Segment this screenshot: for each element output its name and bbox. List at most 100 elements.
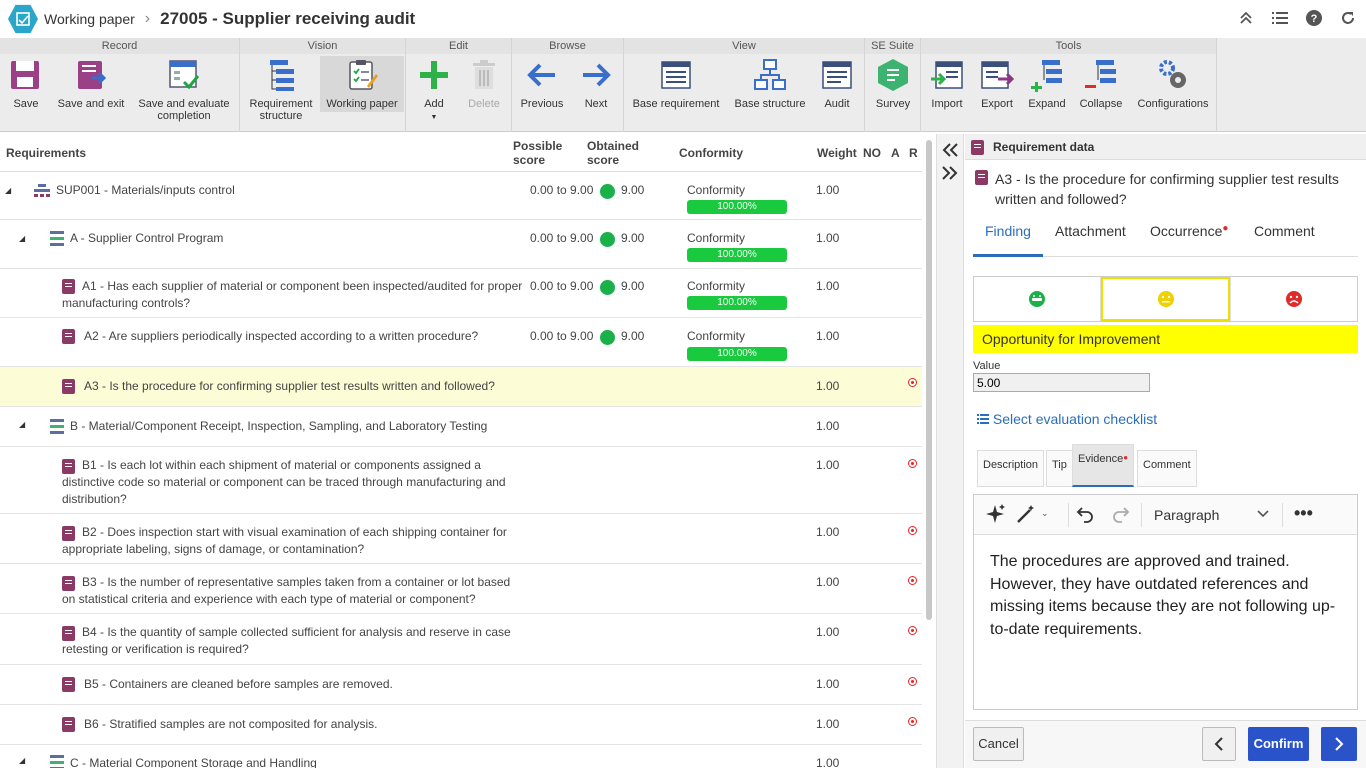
refresh-icon[interactable] [1338,8,1358,28]
chevron-left-icon [1214,737,1223,751]
obtained-score: 9.00 [621,279,645,293]
col-possible-score[interactable]: Possible score [513,139,562,167]
cancel-button[interactable]: Cancel [973,727,1024,761]
subtab-tip[interactable]: Tip [1046,450,1073,487]
next-record-button[interactable] [1321,727,1357,761]
import-icon [931,61,963,89]
group-icon [50,231,64,246]
list-icon[interactable] [1270,8,1290,28]
magic-wand-icon[interactable] [1016,504,1036,524]
collapse-triangle-icon[interactable]: ◢ [19,756,25,765]
collapse-button[interactable]: Collapse [1077,58,1125,110]
paragraph-format-dropdown[interactable]: Paragraph [1154,507,1219,523]
save-button[interactable]: Save [8,58,44,110]
collapse-triangle-icon[interactable]: ◢ [19,234,25,243]
collapse-up-icon[interactable] [1236,8,1256,28]
delete-button[interactable]: Delete [464,58,504,110]
collapse-left-icon[interactable] [942,143,958,157]
col-obtained-score[interactable]: Obtained score [587,139,639,167]
collapse-triangle-icon[interactable]: ◢ [5,186,11,195]
add-button[interactable]: Add ▼ [416,58,452,124]
col-weight[interactable]: Weight [817,146,857,160]
save-and-evaluate-button[interactable]: Save and evaluate completion [136,58,232,122]
table-row[interactable]: B3 - Is the number of representative sam… [0,564,922,614]
obtained-score: 9.00 [621,183,645,197]
ribbon-group-suite: SE Suite Survey [865,38,921,132]
smile-icon [600,330,615,345]
base-structure-button[interactable]: Base structure [732,58,808,110]
requirement-structure-button[interactable]: Requirement structure [248,58,314,122]
table-row[interactable]: ◢ SUP001 - Materials/inputs control 0.00… [0,173,922,220]
app-logo-icon[interactable] [8,4,38,34]
expand-button[interactable]: Expand [1027,58,1067,110]
requirement-text: B3 - Is the number of representative sam… [62,575,511,606]
table-row[interactable]: B2 - Does inspection start with visual e… [0,514,922,564]
redo-icon[interactable] [1112,505,1130,523]
finding-nonconform-option[interactable] [1230,277,1357,321]
subtab-description[interactable]: Description [977,450,1045,487]
chevron-down-icon[interactable]: ⌄ [1041,508,1049,519]
table-row[interactable]: B1 - Is each lot within each shipment of… [0,447,922,514]
expand-right-icon[interactable] [942,166,958,180]
ribbon-group-browse: Browse Previous Next [512,38,624,132]
table-row[interactable]: ◢ A - Supplier Control Program 0.00 to 9… [0,221,922,269]
finding-conform-option[interactable] [974,277,1101,321]
subtab-evidence[interactable]: Evidence● [1072,444,1135,487]
tab-attachment[interactable]: Attachment [1055,223,1126,239]
col-no[interactable]: NO [863,146,881,160]
help-icon[interactable]: ? [1304,8,1324,28]
previous-record-button[interactable] [1202,727,1236,761]
col-requirements[interactable]: Requirements [6,146,86,160]
undo-icon[interactable] [1076,505,1094,523]
tab-finding[interactable]: Finding [985,223,1031,239]
audit-button[interactable]: Audit [818,58,856,110]
table-row[interactable]: B4 - Is the quantity of sample collected… [0,614,922,665]
table-row[interactable]: A1 - Has each supplier of material or co… [0,269,922,318]
select-checklist-link[interactable]: Select evaluation checklist [977,411,1157,427]
breadcrumb-parent[interactable]: Working paper [44,11,135,27]
vertical-scrollbar[interactable] [926,140,932,620]
col-r[interactable]: R [909,146,918,160]
tab-comment[interactable]: Comment [1254,223,1315,239]
ribbon-toolbar: Record Save Save and exit Save and evalu… [0,38,1366,132]
subtab-comment[interactable]: Comment [1137,450,1197,487]
previous-button[interactable]: Previous [518,58,566,110]
list-icon [977,414,989,424]
next-button[interactable]: Next [578,58,614,110]
base-requirement-button[interactable]: Base requirement [632,58,720,110]
group-title: Record [0,38,239,54]
collapse-triangle-icon[interactable]: ◢ [19,420,25,429]
table-row[interactable]: B6 - Stratified samples are not composit… [0,705,922,745]
col-conformity[interactable]: Conformity [679,146,743,160]
finding-neutral-option[interactable] [1100,277,1231,321]
table-row[interactable]: B5 - Containers are cleaned before sampl… [0,665,922,705]
ai-sparkle-icon[interactable] [984,503,1006,525]
export-button[interactable]: Export [977,58,1017,110]
conformity-bar: 100.00% [687,296,787,310]
table-row-selected[interactable]: A3 - Is the procedure for confirming sup… [0,367,922,407]
chevron-down-icon[interactable] [1257,510,1269,518]
group-title: Vision [240,38,405,54]
table-row[interactable]: ◢ C - Material Component Storage and Han… [0,745,922,768]
configurations-button[interactable]: Configurations [1133,58,1213,110]
weight: 1.00 [816,419,840,433]
confirm-button[interactable]: Confirm [1248,727,1309,761]
tab-occurrence[interactable]: Occurrence● [1150,223,1228,239]
import-button[interactable]: Import [929,58,965,110]
requirement-icon [975,170,988,185]
working-paper-button[interactable]: Working paper [320,56,404,112]
table-row[interactable]: A2 - Are suppliers periodically inspecte… [0,319,922,367]
value-input[interactable] [973,373,1150,392]
survey-button[interactable]: Survey [873,58,913,110]
panel-header: Requirement data [965,134,1366,160]
table-row[interactable]: ◢ B - Material/Component Receipt, Inspec… [0,407,922,447]
more-options-icon[interactable]: ••• [1294,503,1313,524]
survey-icon [878,59,908,91]
col-a[interactable]: A [891,146,900,160]
group-title: View [624,38,864,54]
save-and-exit-button[interactable]: Save and exit [56,58,126,110]
panel-title: Requirement data [993,140,1095,154]
editor-content[interactable]: The procedures are approved and trained.… [974,535,1357,657]
requirement-icon [62,379,75,394]
requirement-icon [62,329,75,344]
